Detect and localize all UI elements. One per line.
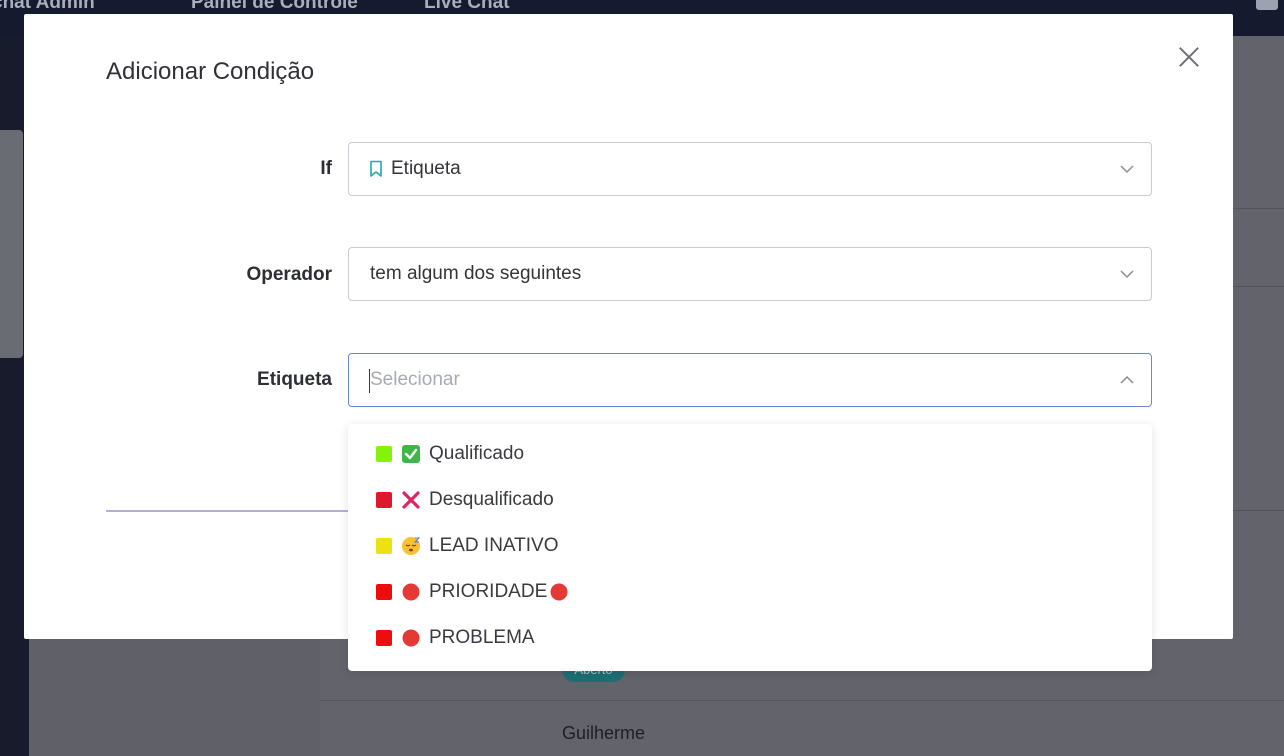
contact-name: Guilherme (562, 723, 646, 743)
operador-select-value: tem algum dos seguintes (370, 263, 582, 284)
chevron-down-icon (1120, 165, 1134, 174)
option-prioridade[interactable]: PRIORIDADE (348, 569, 1152, 615)
bell-icon[interactable] (1256, 0, 1278, 10)
red-circle-icon (550, 583, 568, 601)
tag-dropdown: Qualificado Desqualificado LEAD INATIVO … (348, 424, 1152, 671)
nav-item-painel-de-controle[interactable]: Painel de Controle (191, 0, 358, 14)
tag-color-swatch (376, 492, 392, 508)
modal-title: Adicionar Condição (106, 58, 315, 85)
table-divider (320, 700, 1284, 701)
tag-color-swatch (376, 446, 392, 462)
option-qualificado[interactable]: Qualificado (348, 431, 1152, 477)
check-mark-button-icon (402, 445, 420, 463)
if-label: If (320, 158, 332, 179)
option-label: PROBLEMA (429, 627, 535, 648)
bookmark-icon (370, 160, 382, 177)
text-cursor (369, 369, 370, 393)
close-icon[interactable] (1174, 42, 1204, 72)
red-circle-icon (402, 583, 420, 601)
operador-label: Operador (246, 264, 332, 285)
nav-item-chat-admin[interactable]: chat Admin (0, 0, 95, 14)
cross-mark-icon (402, 491, 420, 509)
option-lead-inativo[interactable]: LEAD INATIVO (348, 523, 1152, 569)
option-label: Desqualificado (429, 489, 554, 510)
chevron-down-icon (1120, 270, 1134, 279)
red-circle-icon (402, 629, 420, 647)
sleeping-face-icon (402, 537, 421, 555)
etiqueta-label: Etiqueta (257, 369, 332, 390)
option-desqualificado[interactable]: Desqualificado (348, 477, 1152, 523)
nav-item-live-chat[interactable]: Live Chat (424, 0, 510, 14)
if-select-value: Etiqueta (391, 158, 461, 179)
tag-color-swatch (376, 584, 392, 600)
modal-divider (106, 510, 350, 512)
option-problema[interactable]: PROBLEMA (348, 615, 1152, 661)
option-label: PRIORIDADE (429, 581, 548, 602)
etiqueta-select[interactable]: Selecionar (348, 353, 1152, 407)
chevron-up-icon (1120, 375, 1134, 384)
option-label: LEAD INATIVO (429, 535, 559, 556)
if-select[interactable]: Etiqueta (348, 142, 1152, 196)
operador-select[interactable]: tem algum dos seguintes (348, 247, 1152, 301)
etiqueta-select-placeholder: Selecionar (370, 369, 460, 390)
tag-color-swatch (376, 538, 392, 554)
option-label: Qualificado (429, 443, 525, 464)
tag-color-swatch (376, 630, 392, 646)
sidebar-tabs (0, 130, 23, 358)
